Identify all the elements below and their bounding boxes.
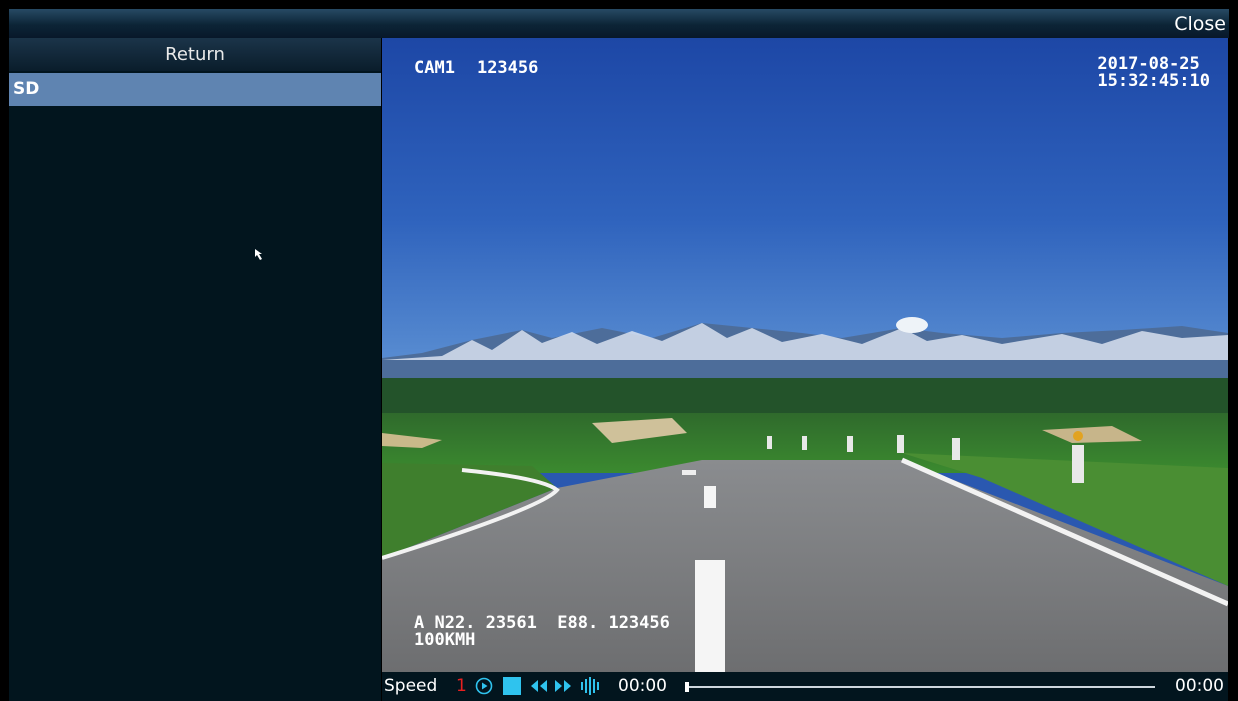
video-player[interactable]: CAM1 123456 2017-08-25 15:32:45:10 A N22.…	[382, 38, 1228, 672]
camera-name: CAM1	[414, 58, 455, 78]
device-id: 123456	[476, 58, 539, 78]
cloud	[896, 317, 928, 333]
storage-list: SD	[9, 73, 381, 106]
playback-app: Close Return SD CAM1 123456 2017-08-25 1…	[0, 0, 1238, 701]
rewind-icon[interactable]	[528, 678, 550, 694]
gps-overlay: A N22. 23561 E88. 123456 100KMH	[414, 615, 670, 649]
vehicle-speed: 100KMH	[414, 630, 476, 650]
camera-label: CAM1 123456	[414, 60, 538, 77]
play-icon[interactable]	[475, 677, 493, 695]
current-time: 00:00	[618, 676, 667, 696]
forest-band	[382, 378, 1228, 418]
guard-post	[802, 436, 807, 450]
progress-handle[interactable]	[685, 682, 689, 692]
playback-controls: Speed 1 00:00 00:00	[382, 672, 1228, 701]
video-frame	[382, 38, 1228, 672]
stop-icon[interactable]	[503, 677, 521, 695]
fast-forward-icon[interactable]	[552, 678, 574, 694]
guard-post	[952, 438, 960, 460]
return-button[interactable]: Return	[9, 38, 381, 71]
speed-label: Speed	[384, 676, 438, 696]
guard-post	[767, 436, 772, 449]
title-bar: Close	[9, 9, 1229, 38]
frame-step-icon[interactable]	[579, 677, 605, 695]
road-sign	[1073, 431, 1083, 441]
center-line	[704, 486, 716, 508]
close-button[interactable]: Close	[1174, 9, 1226, 38]
list-item-sd[interactable]: SD	[9, 73, 381, 106]
time-text: 15:32:45:10	[1097, 71, 1210, 91]
guard-post	[897, 435, 904, 453]
file-sidebar: Return SD	[9, 38, 381, 701]
center-line	[682, 470, 696, 475]
guard-post	[1072, 445, 1084, 483]
progress-bar[interactable]	[687, 686, 1155, 688]
center-line	[695, 560, 725, 672]
total-time: 00:00	[1175, 676, 1224, 696]
mouse-pointer-icon	[255, 249, 262, 260]
timestamp: 2017-08-25 15:32:45:10	[1097, 56, 1210, 90]
speed-value: 1	[456, 676, 467, 696]
guard-post	[847, 436, 853, 452]
